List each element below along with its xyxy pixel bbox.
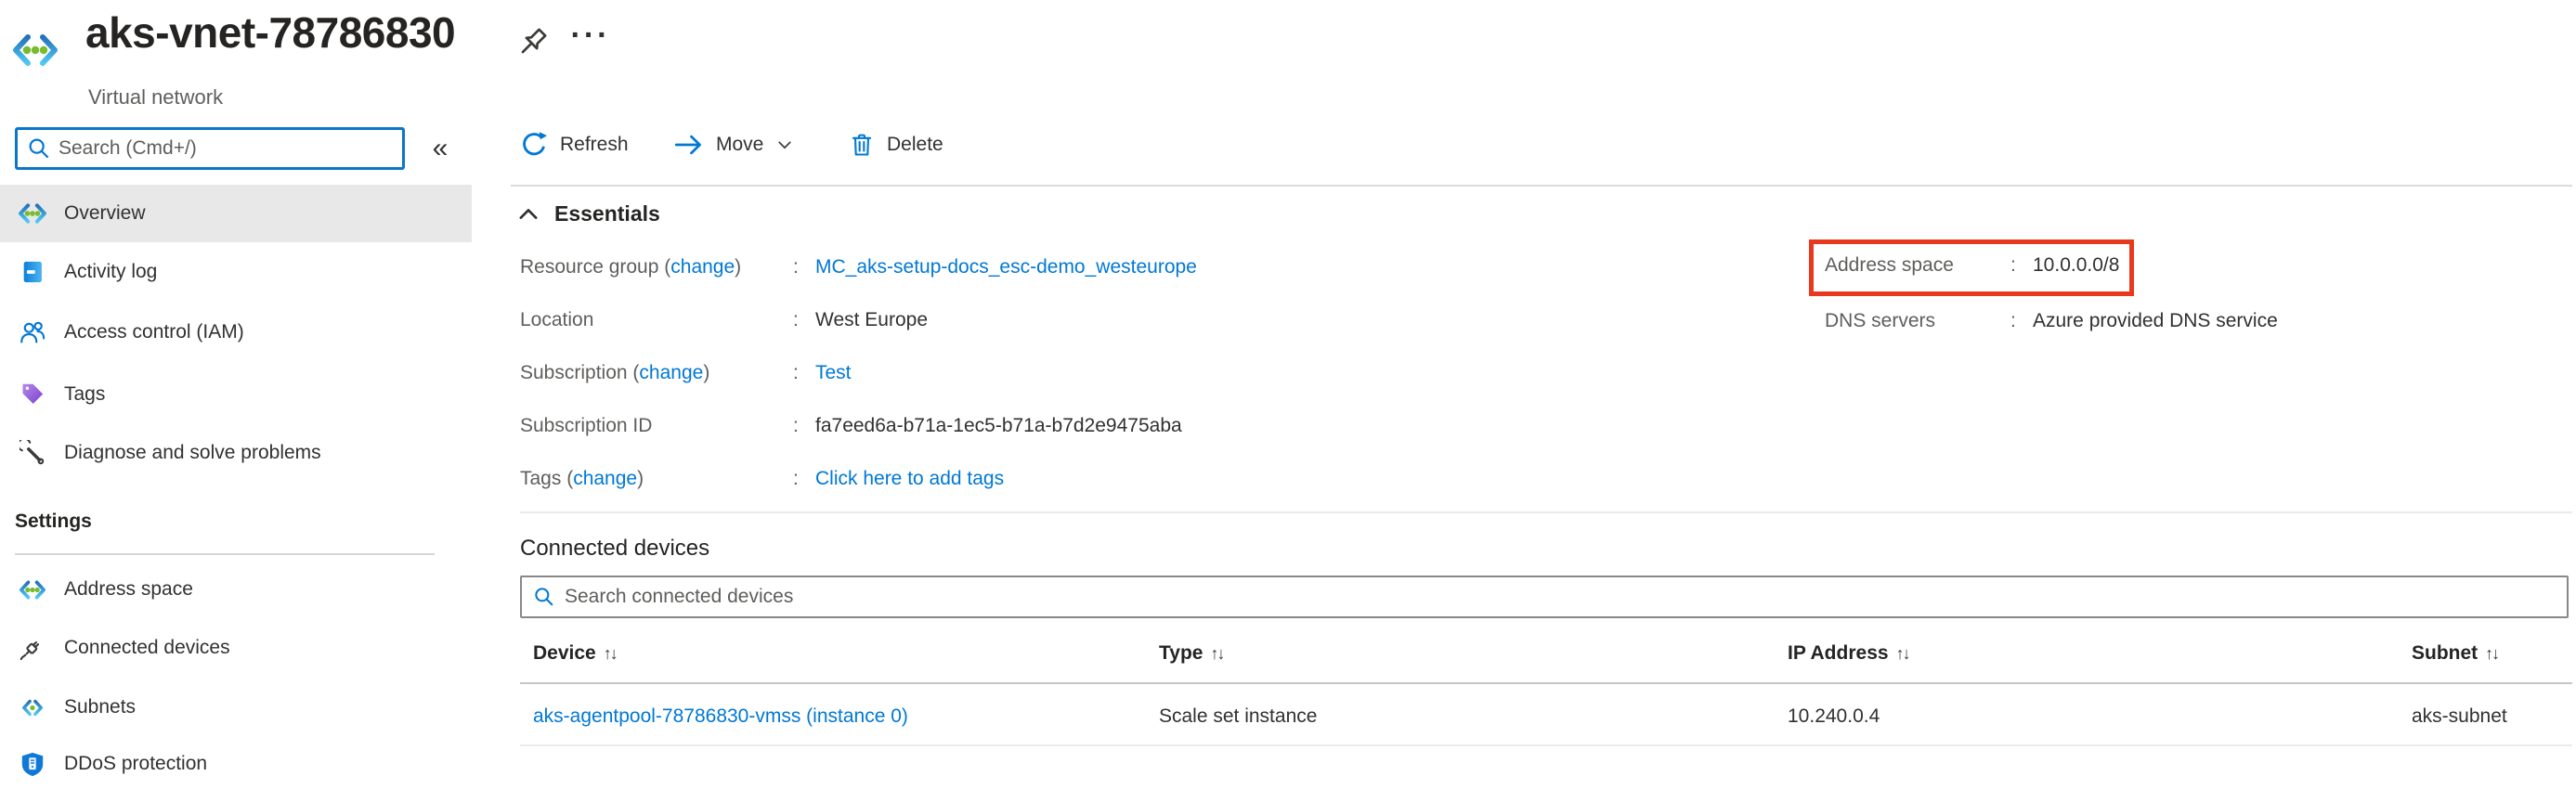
divider [520, 744, 2572, 746]
sidebar-item-access-control[interactable]: Access control (IAM) [0, 304, 472, 361]
settings-section-heading: Settings [15, 511, 92, 533]
move-button[interactable]: Move [674, 123, 794, 167]
sidebar-item-subnets[interactable]: Subnets [0, 679, 472, 736]
essentials-row-resource-group: Resource group (change):MC_aks-setup-doc… [520, 256, 1197, 278]
move-label: Move [716, 134, 763, 156]
sidebar-item-label: Access control (IAM) [64, 321, 244, 343]
device-ip-cell: 10.240.0.4 [1788, 705, 1880, 728]
sidebar-item-diagnose[interactable]: Diagnose and solve problems [0, 424, 472, 482]
access-control-icon [17, 317, 48, 348]
sidebar-search-box [15, 127, 405, 170]
sidebar-item-label: Connected devices [64, 637, 230, 659]
essentials-row-subscription-id: Subscription ID:fa7eed6a-b71a-1ec5-b71a-… [520, 415, 1182, 437]
sort-icon: ↑↓ [1210, 644, 1223, 663]
delete-button[interactable]: Delete [849, 123, 943, 167]
device-type-cell: Scale set instance [1159, 705, 1317, 728]
essentials-collapse-button[interactable]: Essentials [516, 201, 660, 226]
sidebar-item-activity-log[interactable]: Activity log [0, 243, 472, 301]
sidebar-item-tags[interactable]: Tags [0, 366, 472, 423]
device-link[interactable]: aks-agentpool-78786830-vmss (instance 0) [533, 705, 908, 728]
column-header-ip-address[interactable]: IP Address↑↓ [1788, 642, 1909, 665]
refresh-icon [520, 131, 548, 159]
sidebar-item-ddos-protection[interactable]: DDoS protection [0, 735, 472, 789]
more-options-button[interactable]: ··· [565, 13, 617, 58]
divider [511, 185, 2572, 187]
pin-icon [514, 24, 551, 61]
sidebar-item-label: Diagnose and solve problems [64, 442, 321, 464]
change-subscription-link[interactable]: change [639, 362, 703, 383]
address-space-icon [17, 574, 48, 605]
virtual-network-icon [17, 198, 48, 229]
sidebar-item-label: DDoS protection [64, 753, 207, 775]
search-icon [533, 586, 555, 608]
plug-icon [17, 632, 48, 664]
column-header-type[interactable]: Type↑↓ [1159, 642, 1223, 665]
divider [520, 511, 2572, 513]
annotation-highlight-box [1809, 239, 2134, 296]
search-icon [27, 136, 51, 161]
device-subnet-cell: aks-subnet [2412, 705, 2507, 728]
sidebar-item-label: Activity log [64, 261, 157, 283]
add-tags-link[interactable]: Click here to add tags [815, 468, 1004, 489]
activity-log-icon [17, 256, 48, 288]
divider [520, 682, 2572, 684]
subnet-icon [17, 692, 48, 723]
trash-icon [849, 132, 875, 158]
column-header-subnet[interactable]: Subnet↑↓ [2412, 642, 2498, 665]
divider [15, 553, 435, 555]
location-value: West Europe [815, 309, 928, 330]
refresh-button[interactable]: Refresh [520, 123, 629, 167]
essentials-row-location: Location:West Europe [520, 309, 928, 331]
delete-label: Delete [887, 134, 943, 156]
sidebar-search-input[interactable] [59, 137, 395, 160]
subscription-id-value: fa7eed6a-b71a-1ec5-b71a-b7d2e9475aba [815, 415, 1182, 436]
subscription-link[interactable]: Test [815, 362, 852, 383]
sort-icon: ↑↓ [2485, 644, 2498, 663]
sort-icon: ↑↓ [1896, 644, 1909, 663]
shield-icon [17, 748, 48, 780]
sidebar-item-label: Address space [64, 578, 193, 601]
sidebar-item-label: Tags [64, 383, 105, 406]
wrench-icon [17, 437, 48, 469]
sidebar: « Overview Activity log [0, 0, 472, 789]
essentials-row-tags: Tags (change):Click here to add tags [520, 468, 1004, 490]
sort-icon: ↑↓ [604, 644, 617, 663]
collapse-sidebar-button[interactable]: « [418, 130, 462, 167]
chevron-down-icon [775, 136, 794, 154]
sidebar-item-label: Overview [64, 202, 146, 225]
dns-servers-value: Azure provided DNS service [2033, 310, 2278, 331]
pin-button[interactable] [511, 22, 553, 63]
refresh-label: Refresh [560, 134, 629, 156]
connected-devices-search-input[interactable] [565, 586, 2559, 608]
move-arrow-icon [674, 133, 704, 157]
tag-icon [17, 379, 48, 410]
essentials-row-dns-servers: DNS servers:Azure provided DNS service [1825, 310, 2278, 332]
sidebar-item-address-space[interactable]: Address space [0, 561, 472, 618]
essentials-row-subscription: Subscription (change):Test [520, 362, 852, 384]
connected-devices-title: Connected devices [520, 536, 709, 562]
connected-devices-search-box [520, 576, 2569, 618]
essentials-title: Essentials [554, 201, 660, 226]
sidebar-item-overview[interactable]: Overview [0, 185, 472, 242]
sidebar-item-connected-devices[interactable]: Connected devices [0, 619, 472, 677]
column-header-device[interactable]: Device↑↓ [533, 642, 617, 665]
sidebar-item-label: Subnets [64, 696, 136, 718]
change-resource-group-link[interactable]: change [670, 256, 735, 278]
chevron-up-icon [516, 202, 540, 226]
resource-group-link[interactable]: MC_aks-setup-docs_esc-demo_westeurope [815, 256, 1197, 278]
change-tags-link[interactable]: change [573, 468, 637, 489]
azure-portal-blade: aks-vnet-78786830 Virtual network ··· « [0, 0, 2576, 789]
